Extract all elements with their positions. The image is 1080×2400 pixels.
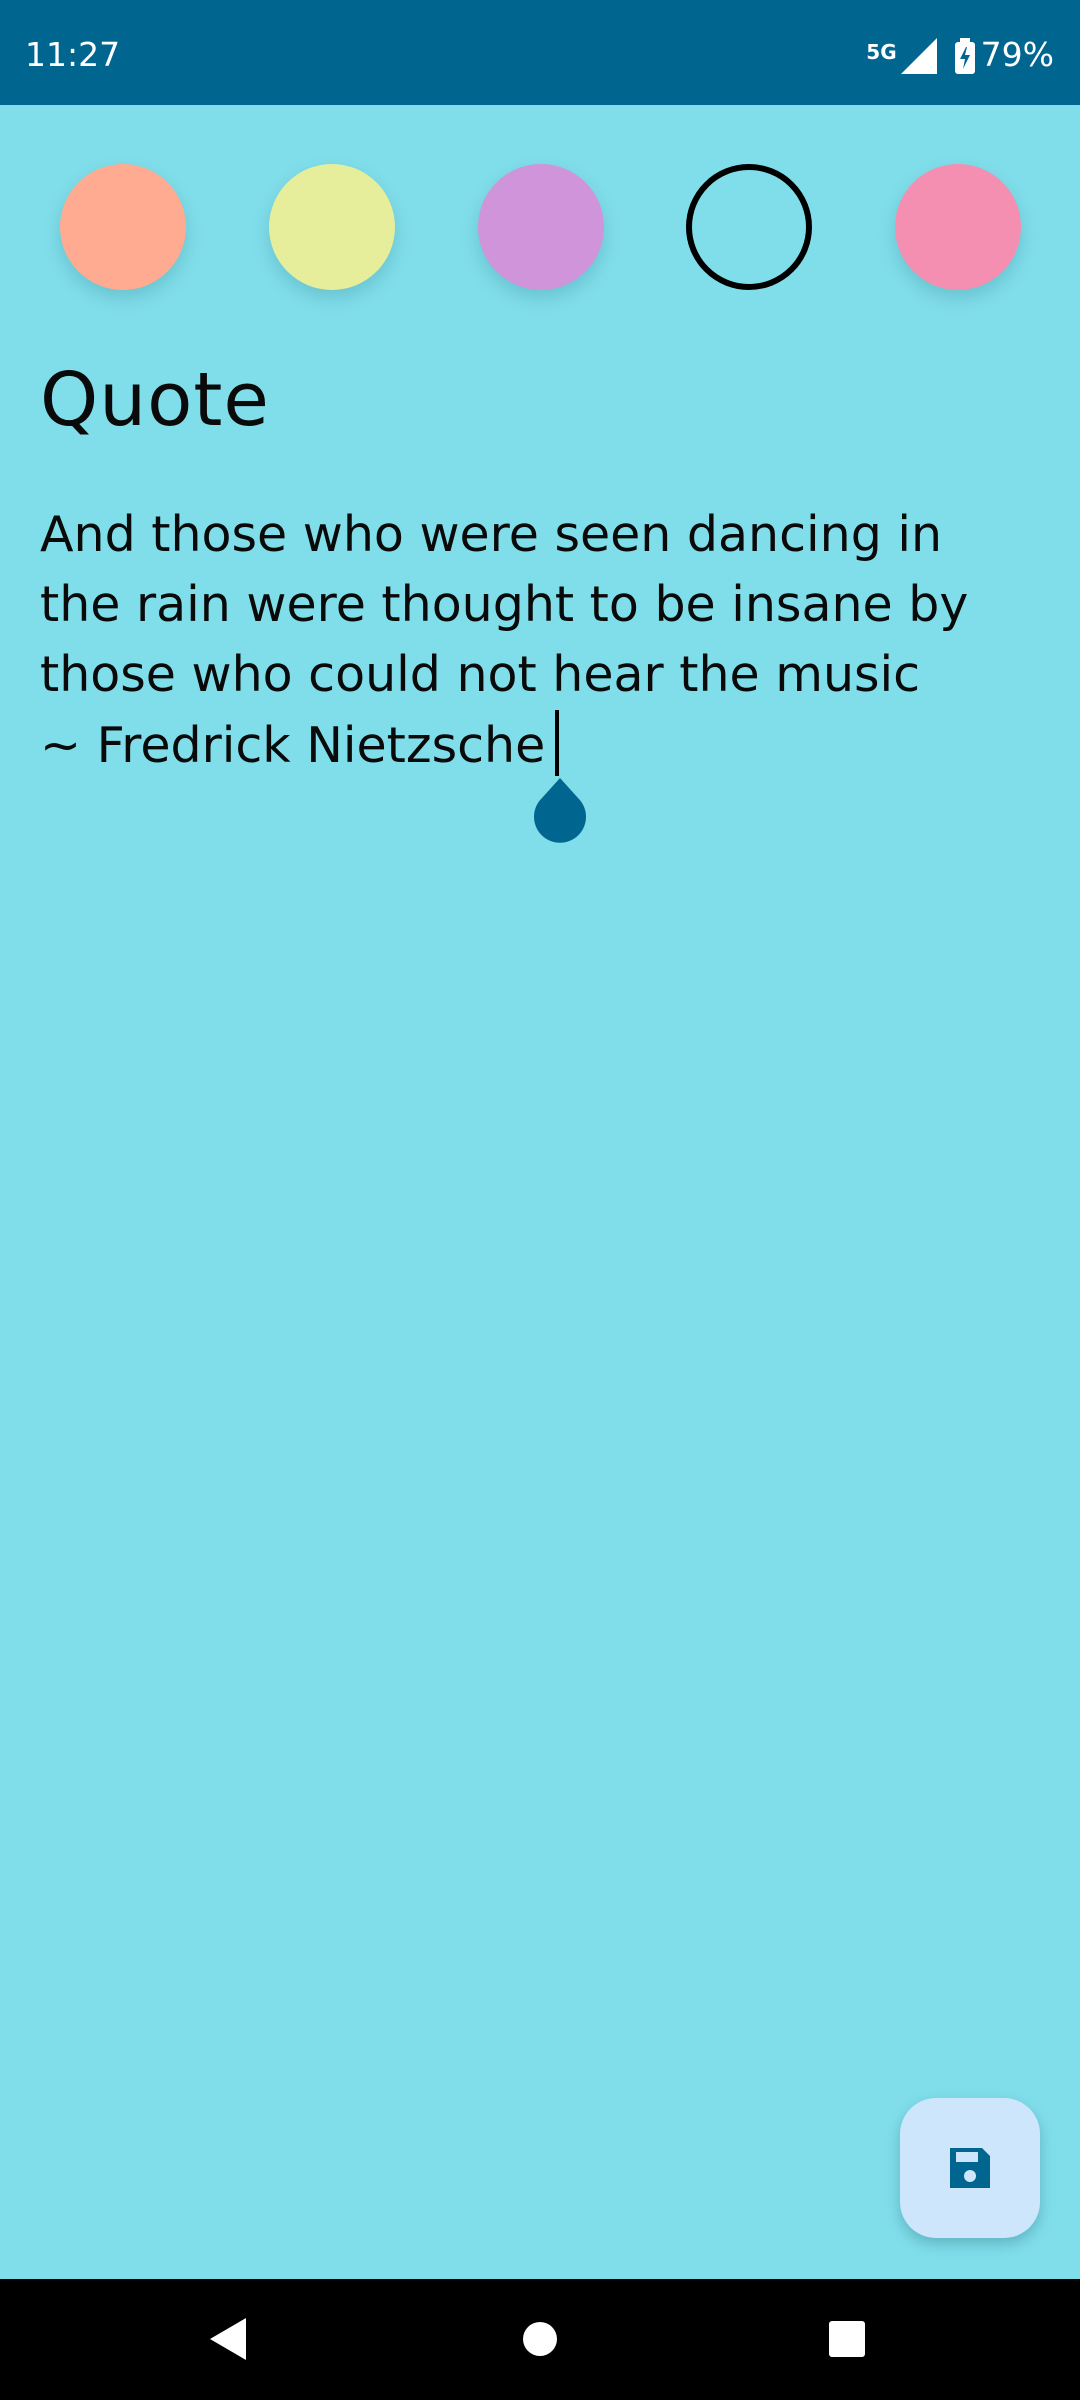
color-swatch-pink[interactable] [895, 164, 1021, 290]
recents-icon[interactable] [817, 2309, 877, 2369]
color-swatch-cyan[interactable] [686, 164, 812, 290]
battery-charging-icon [954, 38, 975, 74]
note-body-field[interactable]: And those who were seen dancing in the r… [40, 500, 1050, 781]
status-icons: 5G 79% [866, 38, 1054, 78]
battery-percent: 79% [980, 35, 1054, 74]
note-body-line-last: ~ Fredrick Nietzsche [40, 710, 1050, 781]
home-icon[interactable] [510, 2309, 570, 2369]
save-button[interactable] [900, 2098, 1040, 2238]
text-cursor [555, 710, 560, 776]
note-body-line-text: ~ Fredrick Nietzsche [40, 717, 546, 774]
note-title-field[interactable]: Quote [40, 359, 270, 441]
signal-icon [900, 38, 937, 74]
color-swatch-purple[interactable] [478, 164, 604, 290]
color-swatch-yellow[interactable] [269, 164, 395, 290]
status-bar: 11:27 5G 79% [0, 0, 1080, 105]
color-picker [0, 164, 1080, 290]
note-body-line: the rain were thought to be insane by [40, 576, 969, 633]
back-icon[interactable] [198, 2309, 258, 2369]
status-time: 11:27 [25, 35, 121, 74]
color-swatch-peach[interactable] [60, 164, 186, 290]
save-icon [950, 2148, 990, 2188]
network-type: 5G [866, 40, 897, 64]
navigation-bar [0, 2279, 1080, 2400]
note-body-line: those who could not hear the music [40, 646, 921, 703]
cursor-handle-icon[interactable] [533, 778, 587, 844]
note-body-line: And those who were seen dancing in [40, 506, 943, 563]
